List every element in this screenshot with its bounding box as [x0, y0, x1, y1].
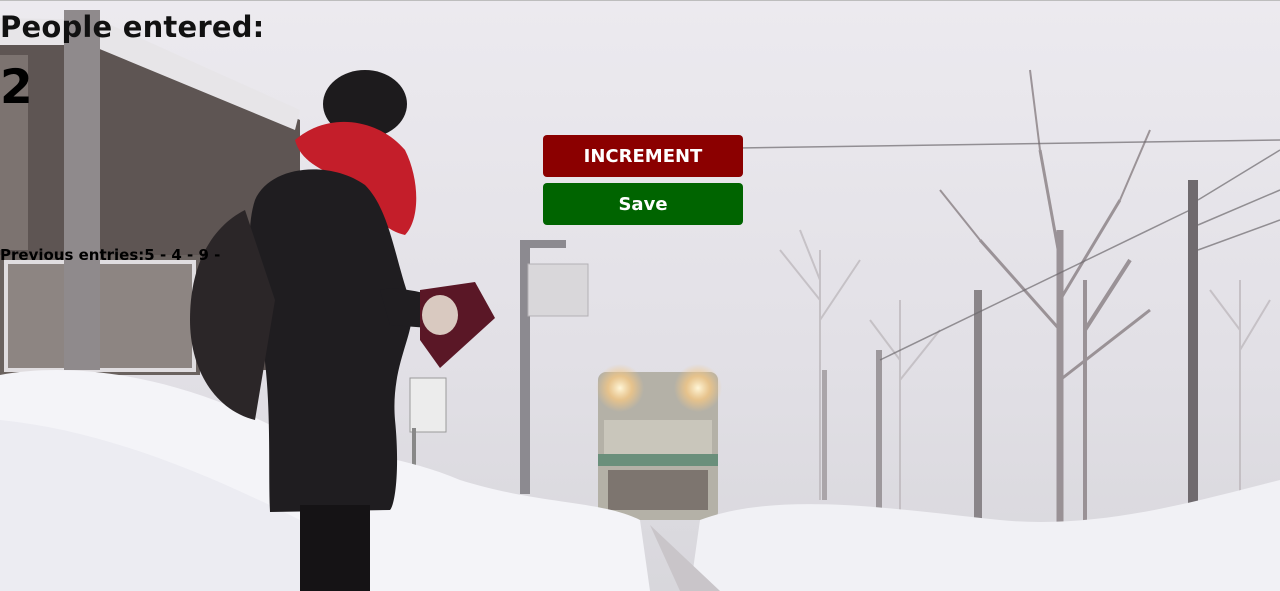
people-entered-heading: People entered:	[0, 10, 265, 44]
previous-entries-values: 5 - 4 - 9 -	[144, 246, 221, 264]
previous-entries: Previous entries:5 - 4 - 9 -	[0, 246, 1280, 264]
app-root: People entered: 2 INCREMENT Save Previou…	[0, 0, 1280, 591]
previous-entries-label: Previous entries:	[0, 246, 145, 264]
people-count: 2	[0, 60, 33, 115]
save-button[interactable]: Save	[543, 183, 743, 225]
increment-button[interactable]: INCREMENT	[543, 135, 743, 177]
top-border	[0, 0, 1280, 1]
